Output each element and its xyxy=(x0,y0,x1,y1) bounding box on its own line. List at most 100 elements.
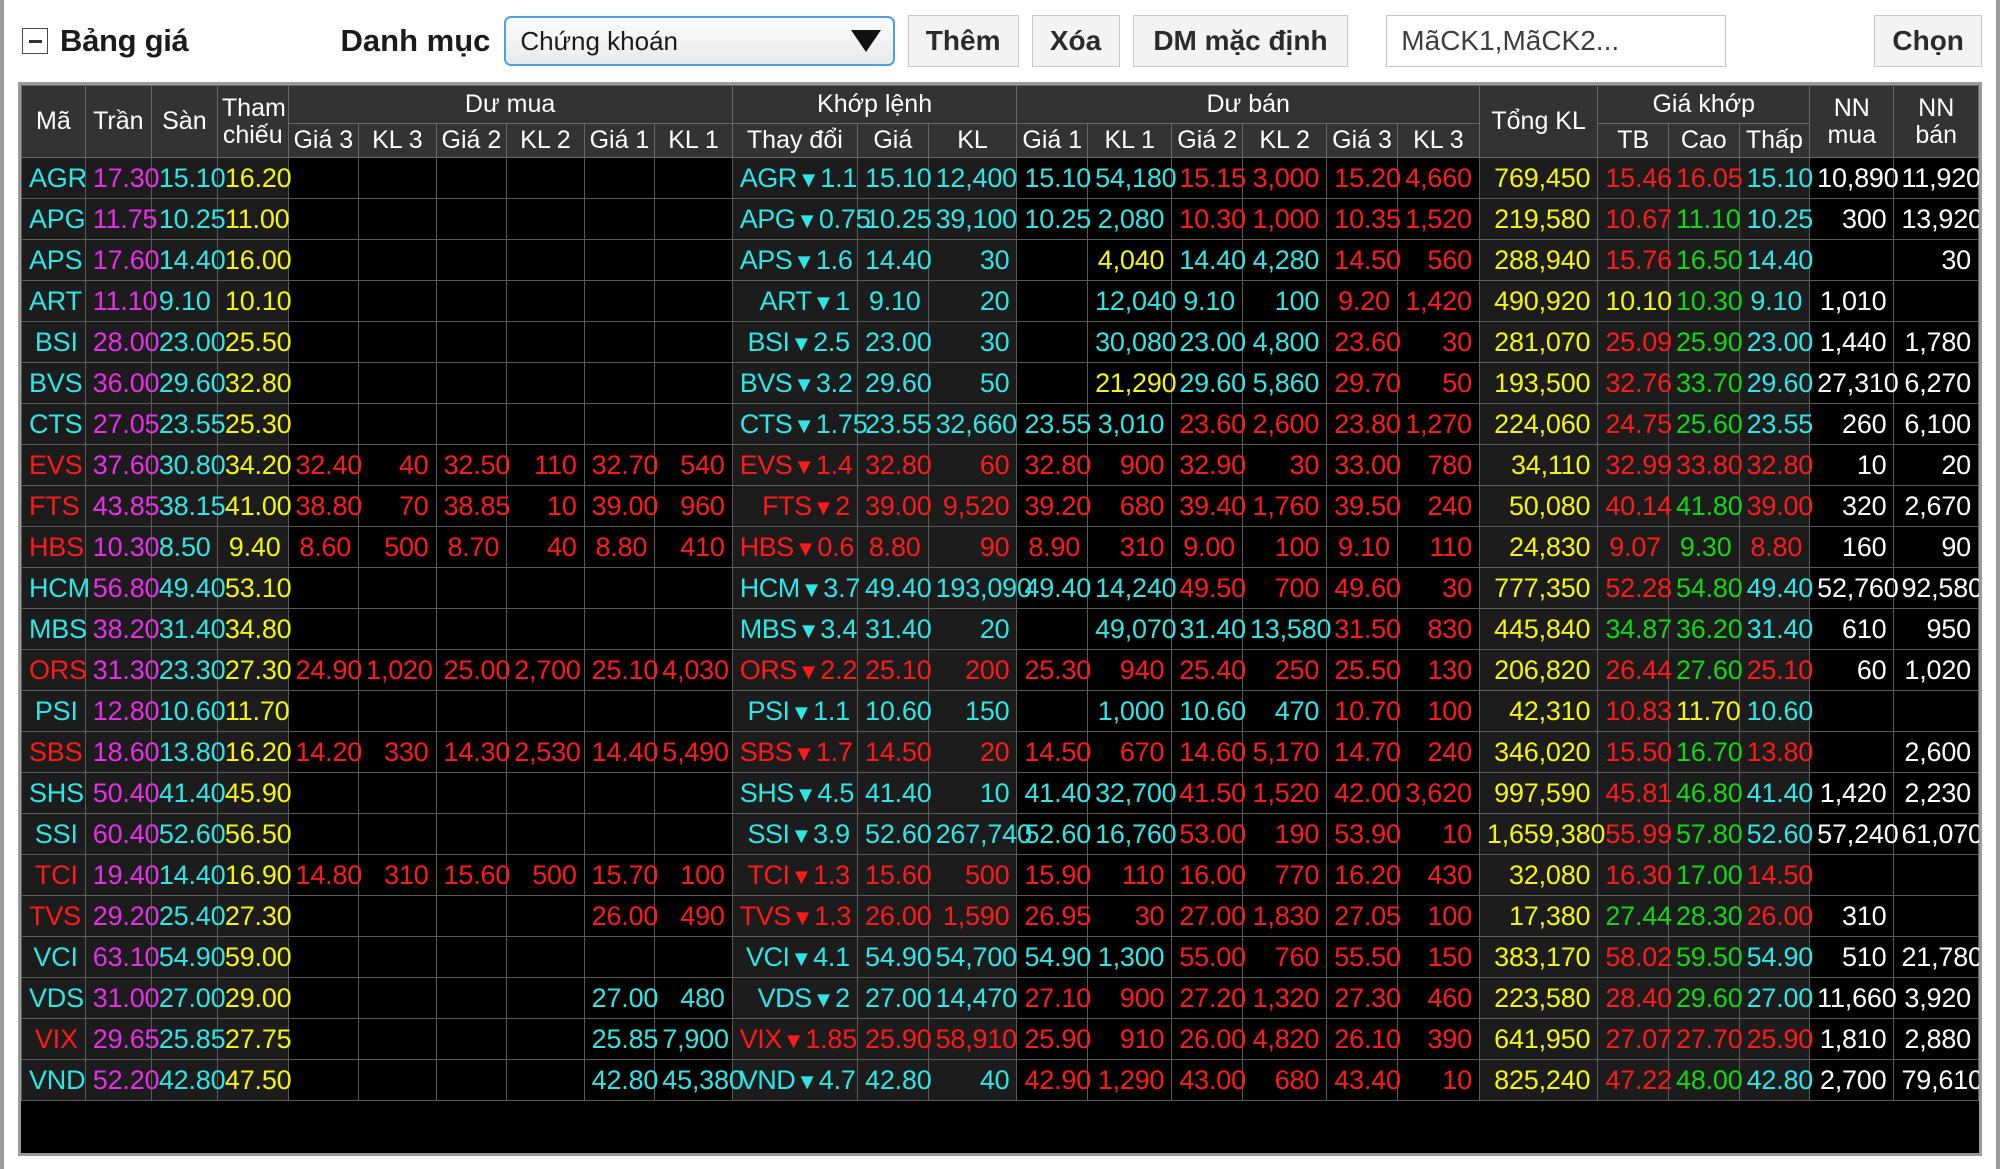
th-nn-ban[interactable]: NN bán xyxy=(1893,85,1979,158)
cell-ask-price-1 xyxy=(1016,280,1089,322)
cell-symbol[interactable]: TVS xyxy=(21,895,86,937)
th-bid-gia3[interactable]: Giá 3 xyxy=(287,123,360,158)
table-row[interactable]: BSI 28.00 23.00 25.50 BSI ▼ 2.5 23.00 30 30,080 23… xyxy=(21,321,1979,363)
th-ask-kl3[interactable]: KL 3 xyxy=(1396,123,1480,158)
cell-symbol[interactable]: TCI xyxy=(21,854,86,896)
th-thamchieu[interactable]: Tham chiếu xyxy=(216,85,289,158)
cell-symbol[interactable]: VCI xyxy=(21,936,86,978)
category-select[interactable]: Chứng khoán xyxy=(504,16,895,66)
cell-avg-price: 15.50 xyxy=(1597,731,1672,773)
table-row[interactable]: APG 11.75 10.25 11.00 APG ▼ 0.75 10.25 39,100 10.… xyxy=(21,198,1979,240)
cell-foreign-sell: 90 xyxy=(1893,526,1979,568)
cell-symbol[interactable]: HBS xyxy=(21,526,86,568)
cell-symbol[interactable]: MBS xyxy=(21,608,87,650)
delete-button[interactable]: Xóa xyxy=(1031,15,1120,67)
th-tb[interactable]: TB xyxy=(1597,123,1669,158)
cell-symbol[interactable]: SHS xyxy=(21,772,86,814)
default-category-button[interactable]: DM mặc định xyxy=(1132,15,1349,67)
cell-ceiling: 17.30 xyxy=(84,157,160,199)
cell-symbol[interactable]: BVS xyxy=(21,362,86,404)
cell-match-volume: 20 xyxy=(927,608,1018,650)
table-row[interactable]: HCM 56.80 49.40 53.10 HCM ▼ 3.7 49.40 193,090 49.… xyxy=(21,567,1979,609)
th-tong-kl[interactable]: Tổng KL xyxy=(1478,85,1599,158)
th-ask-gia2[interactable]: Giá 2 xyxy=(1171,123,1243,158)
table-row[interactable]: MBS 38.20 31.40 34.80 MBS ▼ 3.4 31.40 20 49,070 31… xyxy=(21,608,1979,650)
th-ma[interactable]: Mã xyxy=(21,85,86,158)
th-bid-kl2[interactable]: KL 2 xyxy=(506,123,585,158)
table-row[interactable]: ART 11.10 9.10 10.10 ART ▼ 1 9.10 20 12,040 9.10 10… xyxy=(21,280,1979,322)
th-thay-doi[interactable]: Thay đổi xyxy=(731,123,859,158)
table-row[interactable]: ORS 31.30 23.30 27.30 24.90 1,020 25.00 2,700 25… xyxy=(21,649,1979,691)
price-table-container[interactable]: Mã Trần Sàn Tham chiếu Dư mua Khớp lệnh … xyxy=(18,82,1982,1156)
table-row[interactable]: EVS 37.60 30.80 34.20 32.40 40 32.50 110 32.70 54… xyxy=(21,444,1979,486)
table-row[interactable]: AGR 17.30 15.10 16.20 AGR ▼ 1.1 15.10 12,400 15.1… xyxy=(21,157,1979,199)
th-ask-kl2[interactable]: KL 2 xyxy=(1241,123,1328,158)
table-row[interactable]: SSI 60.40 52.60 56.50 SSI ▼ 3.9 52.60 267,740 52.… xyxy=(21,813,1979,855)
table-row[interactable]: CTS 27.05 23.55 25.30 CTS ▼ 1.75 23.55 32,660 23.… xyxy=(21,403,1979,445)
cell-bid-vol-2 xyxy=(506,813,585,855)
cell-ask-price-2: 41.50 xyxy=(1171,772,1246,814)
cell-match-volume: 60 xyxy=(927,444,1018,486)
cell-avg-price: 55.99 xyxy=(1597,813,1672,855)
th-gia[interactable]: Giá xyxy=(857,123,929,158)
cell-symbol[interactable]: ORS xyxy=(21,649,87,691)
table-row[interactable]: VIX 29.65 25.85 27.75 25.85 7,900 VIX ▼ 1.85 25.9… xyxy=(21,1018,1979,1060)
cell-ask-vol-1: 14,240 xyxy=(1087,567,1177,609)
cell-symbol[interactable]: SSI xyxy=(21,813,86,855)
choose-button[interactable]: Chọn xyxy=(1874,15,1982,67)
table-row[interactable]: TCI 19.40 14.40 16.90 14.80 310 15.60 500 15.70 1… xyxy=(21,854,1979,896)
cell-symbol[interactable]: BSI xyxy=(21,321,86,363)
minus-icon[interactable] xyxy=(22,28,48,54)
cell-symbol[interactable]: VDS xyxy=(21,977,86,1019)
th-tran[interactable]: Trần xyxy=(84,85,152,158)
cell-symbol[interactable]: HCM xyxy=(21,567,90,609)
table-row[interactable]: VND 52.20 42.80 47.50 42.80 45,380 VND ▼ 4.7 42.8… xyxy=(21,1059,1979,1101)
table-row[interactable]: SHS 50.40 41.40 45.90 SHS ▼ 4.5 41.40 10 41.40 32,… xyxy=(21,772,1979,814)
cell-bid-price-1: 27.00 xyxy=(583,977,658,1019)
cell-symbol[interactable]: EVS xyxy=(21,444,86,486)
symbol-search-input[interactable] xyxy=(1386,15,1727,67)
cell-bid-vol-3 xyxy=(358,567,437,609)
table-row[interactable]: APS 17.60 14.40 16.00 APS ▼ 1.6 14.40 30 4,040 14.… xyxy=(21,239,1979,281)
cell-avg-price: 32.99 xyxy=(1597,444,1672,486)
th-nn-mua[interactable]: NN mua xyxy=(1809,85,1895,158)
cell-symbol[interactable]: AGR xyxy=(21,157,87,199)
table-row[interactable]: VDS 31.00 27.00 29.00 27.00 480 VDS ▼ 2 27.00 14,4… xyxy=(21,977,1979,1019)
th-thap[interactable]: Thấp xyxy=(1738,123,1811,158)
cell-symbol[interactable]: ART xyxy=(21,280,86,322)
cell-symbol[interactable]: PSI xyxy=(21,690,86,732)
table-row[interactable]: BVS 36.00 29.60 32.80 BVS ▼ 3.2 29.60 50 21,290 29… xyxy=(21,362,1979,404)
th-bid-kl3[interactable]: KL 3 xyxy=(358,123,437,158)
th-cao[interactable]: Cao xyxy=(1667,123,1740,158)
cell-ask-vol-1: 310 xyxy=(1087,526,1173,568)
cell-ask-vol-2: 4,280 xyxy=(1241,239,1328,281)
cell-avg-price: 32.76 xyxy=(1597,362,1672,404)
cell-bid-vol-1 xyxy=(654,567,733,609)
table-row[interactable]: HBS 10.30 8.50 9.40 8.60 500 8.70 40 8.80 410 HBS ▼… xyxy=(21,526,1979,568)
table-row[interactable]: PSI 12.80 10.60 11.70 PSI ▼ 1.1 10.60 150 1,000 10… xyxy=(21,690,1979,732)
table-row[interactable]: FTS 43.85 38.15 41.00 38.80 70 38.85 10 39.00 960… xyxy=(21,485,1979,527)
cell-symbol[interactable]: SBS xyxy=(21,731,86,773)
add-button[interactable]: Thêm xyxy=(907,15,1019,67)
th-bid-gia1[interactable]: Giá 1 xyxy=(583,123,656,158)
th-ask-kl1[interactable]: KL 1 xyxy=(1087,123,1173,158)
cell-ask-price-2: 39.40 xyxy=(1171,485,1246,527)
cell-symbol[interactable]: FTS xyxy=(21,485,86,527)
th-bid-kl1[interactable]: KL 1 xyxy=(654,123,733,158)
th-kl[interactable]: KL xyxy=(927,123,1018,158)
table-row[interactable]: TVS 29.20 25.40 27.30 26.00 490 TVS ▼ 1.3 26.00 1,… xyxy=(21,895,1979,937)
th-san[interactable]: Sàn xyxy=(150,85,218,158)
cell-symbol[interactable]: APG xyxy=(21,198,86,240)
table-row[interactable]: SBS 18.60 13.80 16.20 14.20 330 14.30 2,530 14.4… xyxy=(21,731,1979,773)
cell-bid-price-3: 38.80 xyxy=(287,485,362,527)
th-bid-gia2[interactable]: Giá 2 xyxy=(435,123,508,158)
th-ask-gia1[interactable]: Giá 1 xyxy=(1016,123,1089,158)
cell-symbol[interactable]: APS xyxy=(21,239,86,281)
cell-reference: 25.30 xyxy=(216,403,292,445)
th-ask-gia3[interactable]: Giá 3 xyxy=(1326,123,1398,158)
cell-symbol[interactable]: VND xyxy=(21,1059,86,1101)
table-row[interactable]: VCI 63.10 54.90 59.00 VCI ▼ 4.1 54.90 54,700 54.9… xyxy=(21,936,1979,978)
cell-symbol[interactable]: VIX xyxy=(21,1018,86,1060)
cell-ask-price-3: 27.05 xyxy=(1326,895,1401,937)
cell-symbol[interactable]: CTS xyxy=(21,403,86,445)
